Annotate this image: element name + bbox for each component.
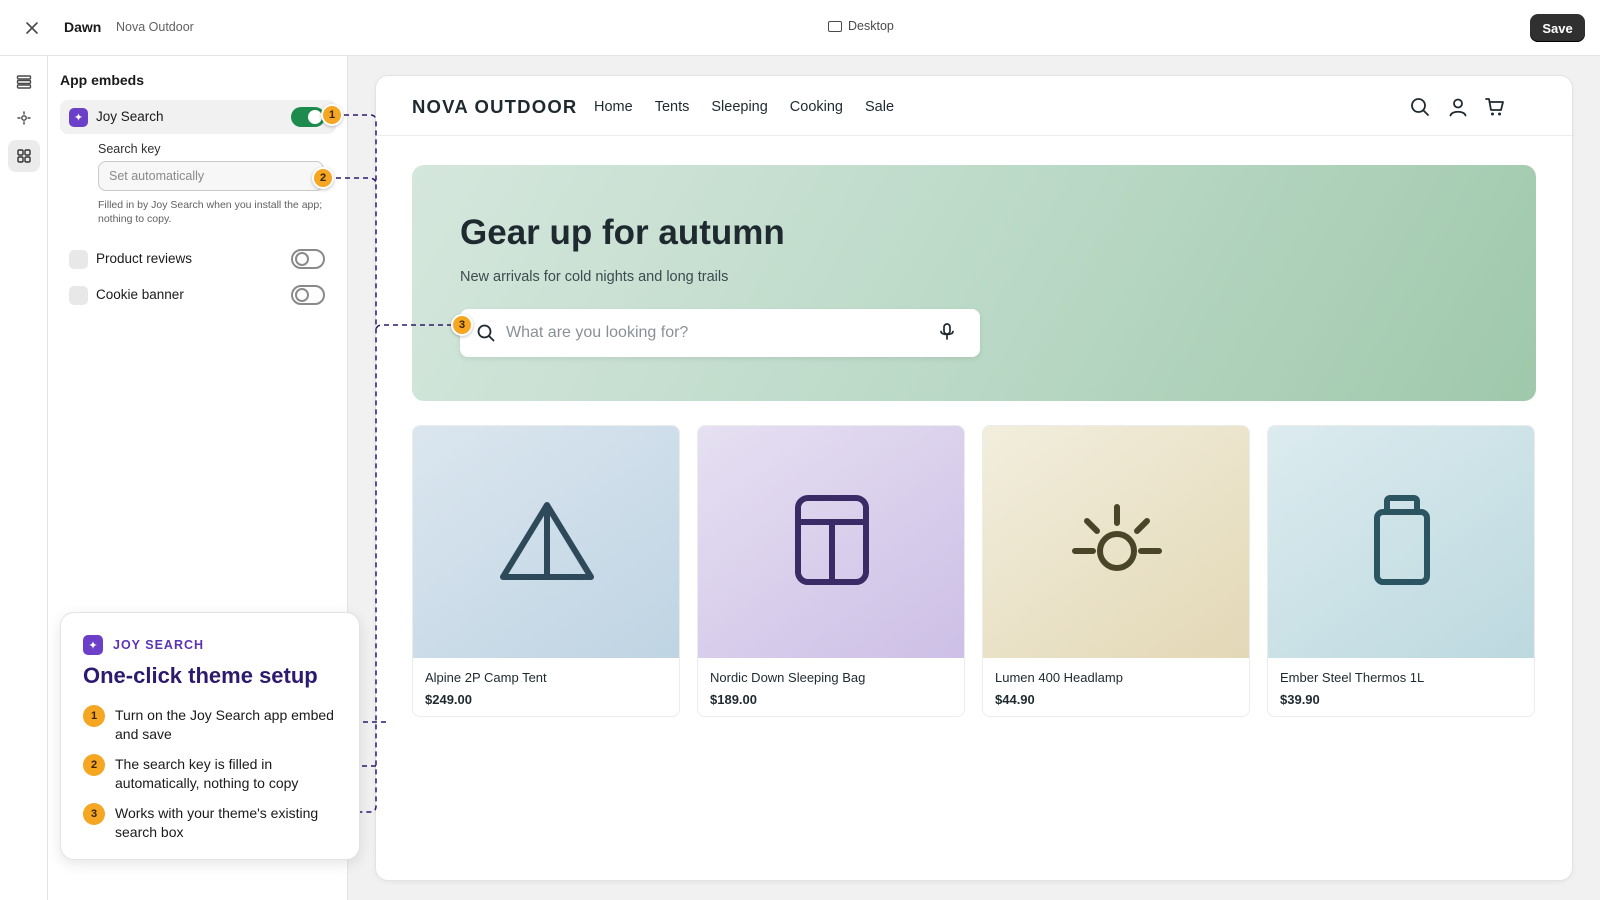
thermos-icon: [1373, 494, 1431, 591]
embed-row-cookie-banner[interactable]: Cookie banner: [60, 278, 336, 312]
step-text: The search key is filled in automaticall…: [115, 756, 299, 791]
device-label: Desktop: [848, 19, 894, 33]
callout-badge-2: 2: [312, 167, 334, 189]
nav-cooking[interactable]: Cooking: [790, 99, 843, 115]
product-image: [983, 426, 1249, 658]
store-logo[interactable]: NOVA OUTDOOR: [412, 96, 577, 118]
search-key-help: Filled in by Joy Search when you install…: [98, 199, 323, 225]
step-number: 2: [83, 754, 105, 776]
step-number: 1: [83, 705, 105, 727]
product-name: Alpine 2P Camp Tent: [425, 670, 547, 685]
sections-icon[interactable]: [8, 66, 40, 98]
search-icon: [476, 323, 496, 348]
device-selector[interactable]: Desktop: [828, 19, 894, 33]
product-card[interactable]: Nordic Down Sleeping Bag $189.00: [697, 425, 965, 717]
editor-icon-rail: [0, 56, 48, 900]
product-price: $44.90: [995, 692, 1035, 707]
nav-tents[interactable]: Tents: [655, 99, 690, 115]
panel-title: App embeds: [60, 72, 145, 88]
product-price: $39.90: [1280, 692, 1320, 707]
theme-name: Dawn: [64, 19, 102, 35]
product-card[interactable]: Lumen 400 Headlamp $44.90: [982, 425, 1250, 717]
app-placeholder-icon: [69, 286, 88, 305]
product-image: [1268, 426, 1534, 658]
product-image: [413, 426, 679, 658]
info-brand: JOY SEARCH: [113, 638, 205, 652]
store-name: Nova Outdoor: [116, 20, 194, 34]
embed-label: Cookie banner: [96, 287, 184, 302]
hero-search-box[interactable]: [460, 309, 980, 357]
product-name: Ember Steel Thermos 1L: [1280, 670, 1425, 685]
sparkle-icon: ✦: [69, 108, 88, 127]
editor-topbar: Dawn Nova Outdoor Desktop Save: [0, 0, 1600, 56]
product-name: Nordic Down Sleeping Bag: [710, 670, 866, 685]
account-icon[interactable]: [1447, 96, 1469, 118]
embed-label: Joy Search: [96, 109, 164, 124]
product-card[interactable]: Alpine 2P Camp Tent $249.00: [412, 425, 680, 717]
microphone-icon[interactable]: [938, 322, 956, 347]
callout-badge-1: 1: [321, 104, 343, 126]
embed-label: Product reviews: [96, 251, 193, 266]
product-card[interactable]: Ember Steel Thermos 1L $39.90: [1267, 425, 1535, 717]
product-price: $189.00: [710, 692, 757, 707]
app-embeds-icon[interactable]: [8, 140, 40, 172]
sparkle-icon: ✦: [83, 635, 103, 655]
save-button[interactable]: Save: [1530, 14, 1585, 42]
cart-icon[interactable]: [1484, 96, 1506, 118]
step-number: 3: [83, 803, 105, 825]
storefront-preview: NOVA OUTDOOR Home Tents Sleeping Cooking…: [376, 76, 1572, 880]
app-placeholder-icon: [69, 250, 88, 269]
nav-sleeping[interactable]: Sleeping: [711, 99, 767, 115]
search-icon[interactable]: [1409, 96, 1431, 118]
hero-banner: Gear up for autumn New arrivals for cold…: [412, 165, 1536, 401]
headlamp-icon: [1071, 503, 1163, 582]
product-reviews-toggle[interactable]: [291, 249, 325, 269]
store-header: NOVA OUTDOOR Home Tents Sleeping Cooking…: [376, 76, 1572, 136]
store-nav: Home Tents Sleeping Cooking Sale: [594, 99, 894, 115]
hero-title: Gear up for autumn: [460, 213, 785, 252]
product-image: [698, 426, 964, 658]
embed-row-product-reviews[interactable]: Product reviews: [60, 242, 336, 276]
setup-info-card: ✦ JOY SEARCH One-click theme setup 1 Tur…: [60, 612, 360, 860]
close-icon[interactable]: [22, 18, 42, 38]
search-key-label: Search key: [98, 142, 161, 156]
tent-icon: [497, 499, 597, 586]
nav-home[interactable]: Home: [594, 99, 633, 115]
joy-search-toggle[interactable]: [291, 107, 325, 127]
embed-row-joy-search[interactable]: ✦ Joy Search: [60, 100, 336, 134]
search-key-input[interactable]: [98, 161, 324, 191]
callout-badge-3: 3: [451, 314, 473, 336]
step-text: Turn on the Joy Search app embed and sav…: [115, 707, 334, 742]
product-name: Lumen 400 Headlamp: [995, 670, 1123, 685]
hero-subtitle: New arrivals for cold nights and long tr…: [460, 269, 729, 285]
product-price: $249.00: [425, 692, 472, 707]
sleeping-bag-icon: [794, 494, 870, 591]
hero-search-input[interactable]: [506, 309, 926, 357]
nav-sale[interactable]: Sale: [865, 99, 894, 115]
info-title: One-click theme setup: [83, 663, 318, 688]
cookie-banner-toggle[interactable]: [291, 285, 325, 305]
step-text: Works with your theme's existing search …: [115, 805, 319, 840]
theme-settings-icon[interactable]: [8, 102, 40, 134]
desktop-icon: [828, 20, 842, 32]
